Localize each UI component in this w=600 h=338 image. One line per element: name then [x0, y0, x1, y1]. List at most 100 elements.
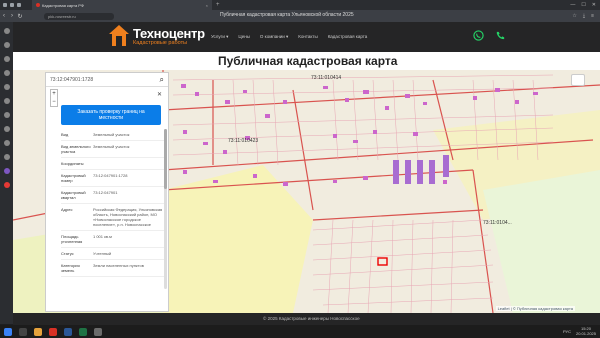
menu-item-cadastral-map[interactable]: Кадастровая карта: [328, 34, 368, 40]
tab-nav-icons[interactable]: [0, 3, 32, 7]
browser-sidebar: [0, 22, 13, 324]
menu-item-about[interactable]: О компании ▾: [260, 34, 288, 40]
sidebar-icon[interactable]: [3, 28, 10, 34]
site-footer: © 2025 Кадастровые инженеры Новоспасское: [13, 313, 600, 325]
info-value: 1 001 кв.м: [93, 234, 112, 239]
excel-icon[interactable]: [79, 327, 87, 336]
info-value: Земли населенных пунктов: [93, 263, 144, 268]
order-boundary-check-button[interactable]: Заказать проверку границ на местности: [61, 105, 161, 125]
logo-house-icon: [109, 25, 129, 46]
menu-item-services[interactable]: Услуги ▾: [211, 34, 228, 40]
sidebar-icon[interactable]: [3, 140, 10, 146]
window-controls: — ☐ ✕: [570, 2, 600, 8]
info-key: Вид земельного участка: [61, 144, 91, 154]
map-apartment-blocks: [393, 155, 449, 184]
search-input[interactable]: [50, 76, 150, 83]
title-strip: Публичная кадастровая карта: [13, 52, 600, 70]
quarter-label: 73:11:010414: [311, 75, 342, 81]
info-value: Земельный участок: [93, 132, 130, 137]
info-value: Учтенный: [93, 251, 112, 256]
reload-icon[interactable]: ↻: [16, 13, 24, 20]
panel-scrollbar[interactable]: [164, 129, 167, 289]
close-icon[interactable]: ✕: [157, 91, 162, 98]
bookmark-icon[interactable]: ☆: [572, 13, 576, 19]
language-indicator[interactable]: РУС: [563, 329, 571, 334]
start-icon[interactable]: [4, 327, 12, 336]
info-value: Российская Федерация, Ульяновская област…: [93, 207, 163, 227]
selected-parcel[interactable]: [377, 257, 388, 266]
clock[interactable]: 15:20 20.01.2025: [575, 326, 596, 336]
windows-taskbar: РУС 15:20 20.01.2025: [0, 325, 600, 338]
explorer-icon[interactable]: [34, 327, 42, 336]
info-row: Вид земельного участка Земельный участок: [61, 141, 165, 158]
address-bar-icons: ☆ ⤓ ≡: [572, 13, 600, 19]
info-value: Земельный участок: [93, 144, 130, 149]
sidebar-icon[interactable]: [3, 154, 10, 160]
info-key: Кадастровый квартал: [61, 190, 86, 200]
info-key: Кадастровый номер: [61, 173, 86, 183]
phone-icon[interactable]: [495, 30, 506, 41]
close-window-icon[interactable]: ✕: [592, 2, 596, 8]
layers-icon[interactable]: [571, 74, 585, 86]
maximize-icon[interactable]: ☐: [581, 2, 585, 8]
sidebar-icon[interactable]: [3, 84, 10, 90]
quarter-label: 73:11:010423: [228, 138, 259, 144]
header-contact-icons: [473, 30, 506, 41]
info-key: Вид: [61, 132, 69, 137]
info-key: Категория земель: [61, 263, 80, 273]
sidebar-icon[interactable]: [3, 56, 10, 62]
app-icon[interactable]: [94, 327, 102, 336]
info-key: Площадь уточненная: [61, 234, 83, 244]
menu-item-contacts[interactable]: Контакты: [298, 34, 317, 40]
info-row: Координаты: [61, 158, 165, 170]
back-icon[interactable]: ‹: [0, 13, 8, 19]
alice-icon[interactable]: [3, 168, 10, 174]
address-bar: ‹ › ↻ pkk-rosreestr.ru Публичная кадастр…: [0, 10, 600, 22]
menu-icon[interactable]: ≡: [591, 13, 594, 19]
info-row: Категория земель Земли населенных пункто…: [61, 260, 165, 277]
info-value: 73:12:047901:1728: [93, 173, 128, 178]
new-tab-icon[interactable]: +: [212, 2, 224, 8]
info-row: Адрес Российская Федерация, Ульяновская …: [61, 204, 165, 231]
tab-favicon-icon: [36, 3, 40, 7]
url-field[interactable]: pkk-rosreestr.ru: [44, 12, 114, 20]
info-value: [93, 161, 163, 166]
sidebar-icon[interactable]: [3, 42, 10, 48]
info-key: Адрес: [61, 207, 73, 212]
zoom-control[interactable]: + −: [50, 89, 58, 107]
quarter-label: 73:11:0104...: [483, 220, 512, 226]
minimize-icon[interactable]: —: [570, 2, 575, 8]
whatsapp-icon[interactable]: [473, 30, 484, 41]
clock-date: 20.01.2025: [575, 330, 596, 336]
logo-subtitle: Кадастровые работы: [133, 40, 188, 46]
info-value: 73:12:047901: [93, 190, 118, 195]
notifications-icon[interactable]: [3, 182, 10, 188]
logo-name: Техноцентр: [133, 26, 205, 41]
sidebar-icon[interactable]: [3, 70, 10, 76]
map-green-zone: [483, 170, 600, 313]
site-header: Техноцентр Кадастровые работы Услуги ▾ Ц…: [13, 22, 600, 52]
forward-icon[interactable]: ›: [8, 13, 16, 19]
parcel-info-panel: ⌕ +− ✕ Заказать проверку границ на местн…: [45, 72, 169, 312]
info-row: Кадастровый квартал 73:12:047901: [61, 187, 165, 204]
close-tab-icon[interactable]: ×: [206, 3, 208, 8]
sidebar-icon[interactable]: [3, 98, 10, 104]
tab-label: Кадастровая карта РФ: [42, 2, 84, 8]
logo[interactable]: Техноцентр Кадастровые работы: [108, 24, 205, 48]
page-title-in-bar: Публичная кадастровая карта Ульяновской …: [220, 12, 354, 18]
search-row: ⌕: [46, 73, 168, 87]
info-row: Вид Земельный участок: [61, 129, 165, 141]
word-icon[interactable]: [64, 327, 72, 336]
yandex-browser-icon[interactable]: [49, 327, 57, 336]
parcel-info-table: Вид Земельный участок Вид земельного уча…: [61, 129, 165, 277]
sidebar-icon[interactable]: [3, 126, 10, 132]
menu-item-prices[interactable]: Цены: [238, 34, 250, 40]
main-menu: Услуги ▾ Цены О компании ▾ Контакты Када…: [211, 34, 367, 40]
search-icon[interactable]: ⌕: [160, 75, 164, 85]
download-icon[interactable]: ⤓: [583, 13, 585, 19]
info-key: Статус: [61, 251, 74, 256]
search-taskbar-icon[interactable]: [19, 327, 27, 336]
browser-tab[interactable]: Кадастровая карта РФ ×: [32, 0, 212, 10]
info-row: Кадастровый номер 73:12:047901:1728: [61, 170, 165, 187]
sidebar-icon[interactable]: [3, 112, 10, 118]
